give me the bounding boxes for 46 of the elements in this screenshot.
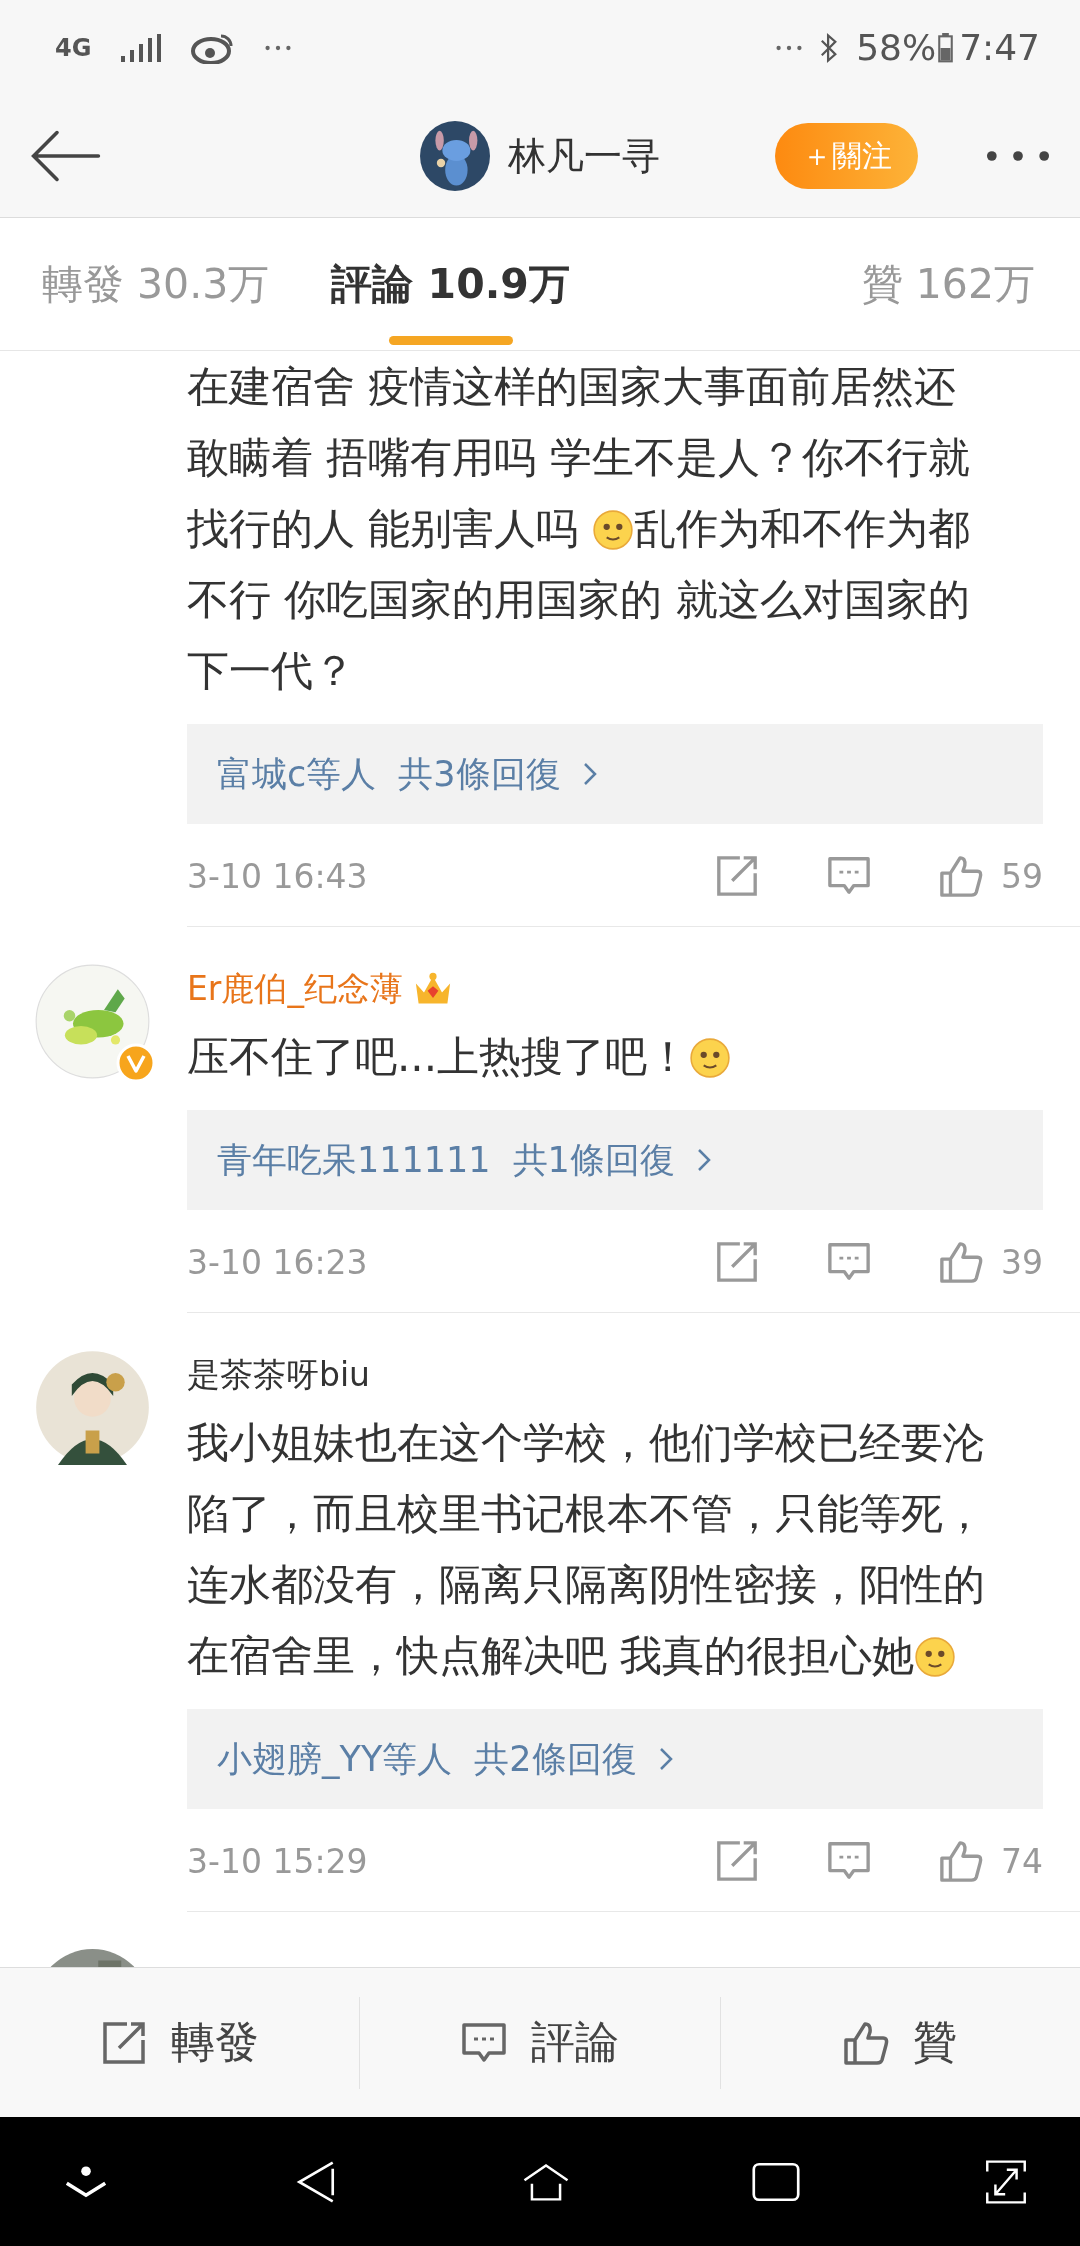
replies-link[interactable]: 小翅膀_YY等人 共2條回復 [187,1709,1043,1809]
replies-link[interactable]: 青年吃呆111111 共1條回復 [187,1110,1043,1210]
replies-link[interactable]: 富城c等人 共3條回復 [187,724,1043,824]
battery-percent: 58% [856,27,937,68]
more-icon [265,44,292,51]
share-button[interactable] [715,1839,759,1883]
follow-button[interactable]: ＋關注 [775,123,918,189]
share-button[interactable] [715,1240,759,1284]
thumbs-up-icon [843,2019,890,2066]
comment-text: 我小姐妹也在这个学校，他们学校已经要沦陷了，而且校里书记根本不管，只能等死，连水都没有，隔离只隔离阴性密接，阳性的在宿舍里，快点解决吧 我真的很担心她 [187,1417,986,1682]
share-button[interactable] [715,854,759,898]
like-button[interactable]: 39 [939,1240,1043,1284]
like-button[interactable]: 贊 [720,1996,1080,2089]
chevron-icon [658,1747,673,1771]
thumbs-up-icon [939,854,983,898]
signal-icon [121,33,162,62]
commenter-name[interactable]: Er鹿伯_纪念薄 [187,966,403,1012]
battery-icon [938,31,954,64]
share-icon [100,2019,147,2066]
comment-text: 压不住了吧...上热搜了吧！ [187,1021,992,1092]
emoji-icon [689,1037,732,1079]
repost-button[interactable]: 轉發 [0,1996,361,2089]
comment-time: 3-10 16:23 [187,1242,368,1282]
tab[interactable]: 轉發 30.3万 [42,218,270,350]
comment-time: 3-10 15:29 [187,1841,368,1881]
back-button[interactable] [30,128,102,184]
comment-time: 3-10 16:43 [187,856,368,896]
emoji-icon [591,509,634,551]
more-button[interactable] [986,150,1050,162]
emoji-icon [914,1636,957,1678]
tab[interactable]: 贊 162万 [861,218,1035,350]
like-button[interactable]: 59 [939,854,1043,898]
network-type: 4G [55,33,92,62]
like-button[interactable]: 74 [939,1839,1043,1883]
clock: 7:47 [959,27,1040,68]
more-icon [776,44,803,51]
tab[interactable]: 評論 10.9万 [331,218,570,350]
thumbs-up-icon [939,1839,983,1883]
commenter-name[interactable]: 是茶茶呀biu [187,1352,371,1398]
chevron-icon [582,762,597,786]
thumbs-up-icon [939,1240,983,1284]
chevron-icon [696,1148,711,1172]
bluetooth-icon [820,31,839,64]
user-name: 林凡一寻 [508,132,660,180]
comment-text: 在建宿舍 疫情这样的国家大事面前居然还敢瞒着 捂嘴有用吗 学生不是人？你不行就找行的人 能别害人吗 乱作为和不作为都不行 你吃国家的用国家的 就这么对国家的下一代？ [187,361,971,697]
comment-button[interactable]: 評論 [360,1996,721,2089]
